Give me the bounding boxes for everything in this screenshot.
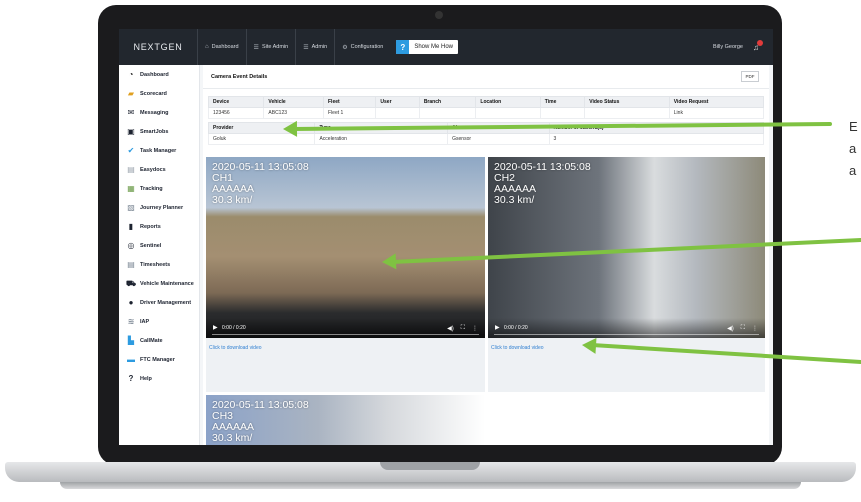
arrow-to-download-link-head <box>582 337 597 354</box>
arrow-to-download-link <box>590 343 861 364</box>
annotation-arrows <box>283 120 861 364</box>
arrow-to-event-row <box>291 122 832 131</box>
callout-text-1: E <box>849 119 858 134</box>
arrow-to-video-ch1 <box>390 238 861 264</box>
arrow-group <box>283 120 861 364</box>
callout-text-2: a <box>849 141 857 156</box>
callout-text-3: a <box>849 163 857 178</box>
arrow-to-event-row-head <box>283 120 298 137</box>
arrow-to-video-ch1-head <box>382 253 397 270</box>
